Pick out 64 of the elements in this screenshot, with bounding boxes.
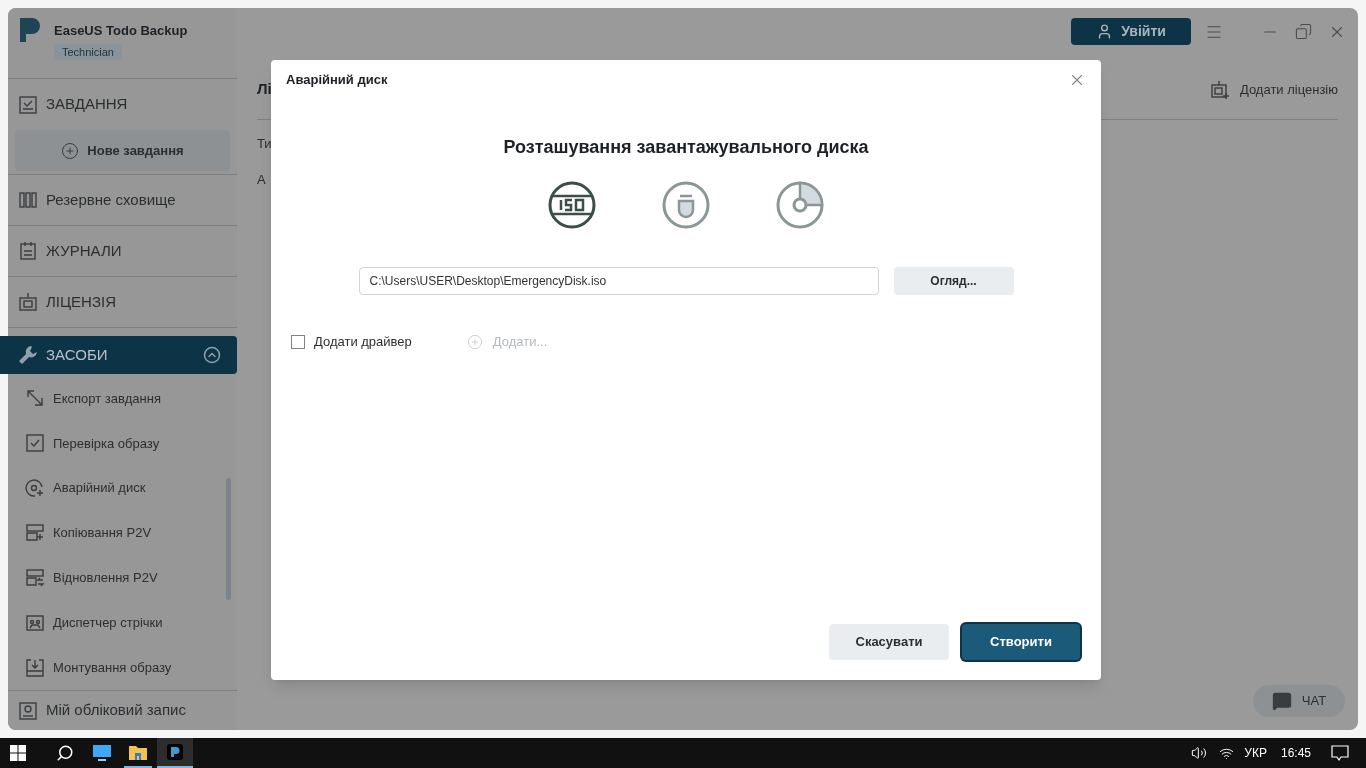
license-plus-icon xyxy=(1209,79,1230,100)
server-plus-icon xyxy=(25,523,45,543)
app-logo-icon xyxy=(167,744,183,760)
clock[interactable]: 16:45 xyxy=(1280,744,1311,762)
info-label: Ти xyxy=(257,135,272,153)
usb-drive-icon[interactable] xyxy=(662,181,710,229)
tool-item[interactable]: Монтування образу xyxy=(8,645,237,690)
tool-item[interactable]: Перевірка образу xyxy=(8,420,237,466)
checkbox-list-icon xyxy=(18,94,38,115)
cancel-button[interactable]: Скасувати xyxy=(829,624,949,660)
login-button[interactable]: Увійти xyxy=(1071,18,1191,45)
app-logo-icon xyxy=(20,18,40,42)
wifi-icon[interactable] xyxy=(1219,745,1235,761)
notification-icon[interactable] xyxy=(1331,744,1349,762)
dialog-title: Аварійний диск xyxy=(286,71,388,90)
collapse-icon[interactable] xyxy=(203,346,221,364)
new-task-button[interactable]: Нове завдання xyxy=(15,130,230,171)
certificate-icon xyxy=(18,292,38,312)
account-link[interactable]: Мій обліковий запис xyxy=(46,699,186,722)
export-arrow-icon xyxy=(25,388,45,409)
language-indicator[interactable]: УКР xyxy=(1244,744,1267,762)
folder-icon[interactable] xyxy=(129,744,147,760)
tool-item[interactable]: Експорт завдання xyxy=(8,376,237,421)
info-label: А xyxy=(257,170,266,189)
add-driver-checkbox[interactable]: Додати драйвер xyxy=(291,332,412,352)
restore-icon[interactable] xyxy=(1295,23,1312,40)
mount-drive-icon xyxy=(25,657,45,678)
sidebar-item[interactable]: ЛІЦЕНЗІЯ xyxy=(8,277,237,328)
plus-icon xyxy=(466,333,483,350)
app-title: EaseUS Todo Backup xyxy=(54,22,188,40)
cd-disc-icon[interactable] xyxy=(776,181,824,229)
server-arrows-icon xyxy=(25,567,45,588)
tool-item[interactable]: Відновлення P2V xyxy=(8,555,237,601)
monitor-icon[interactable] xyxy=(93,745,111,761)
edition-badge: Technician xyxy=(54,43,122,60)
tool-item[interactable]: Диспетчер стрічки xyxy=(8,600,237,646)
create-button[interactable]: Створити xyxy=(962,624,1080,660)
tools-item[interactable]: ЗАСОБИ xyxy=(0,336,237,374)
volume-icon[interactable] xyxy=(1191,745,1208,761)
checkbox-icon xyxy=(25,433,45,454)
tape-icon xyxy=(25,612,45,633)
account-icon xyxy=(18,700,38,721)
iso-disc-icon[interactable] xyxy=(548,181,596,229)
plus-icon xyxy=(61,141,80,160)
tasks-heading[interactable]: ЗАВДАННЯ xyxy=(46,93,128,116)
sidebar-item[interactable]: ЖУРНАЛИ xyxy=(8,226,237,277)
clipboard-icon xyxy=(18,241,38,261)
chat-icon xyxy=(1271,691,1292,711)
tool-item[interactable]: Копіювання P2V xyxy=(8,510,237,556)
sidebar-item[interactable]: Резервне сховище xyxy=(8,175,237,226)
disc-plus-icon xyxy=(25,478,45,499)
page-title: Лі xyxy=(257,79,272,100)
browse-button[interactable]: Огляд... xyxy=(893,267,1014,295)
path-field[interactable]: C:\Users\USER\Desktop\EmergencyDisk.iso xyxy=(358,267,879,295)
dialog-heading: Розташування завантажувального диска xyxy=(503,136,869,159)
wrench-icon xyxy=(18,345,38,365)
columns-icon xyxy=(18,190,38,210)
add-license-button[interactable]: Додати ліцензію xyxy=(1209,79,1338,100)
chat-button[interactable]: ЧАТ xyxy=(1253,685,1345,717)
search-icon[interactable] xyxy=(56,744,74,762)
taskbar-app-button[interactable] xyxy=(157,738,193,768)
scrollbar[interactable] xyxy=(226,478,231,600)
tool-item[interactable]: Аварійний диск xyxy=(8,465,237,511)
windows-start-icon[interactable] xyxy=(10,745,26,761)
